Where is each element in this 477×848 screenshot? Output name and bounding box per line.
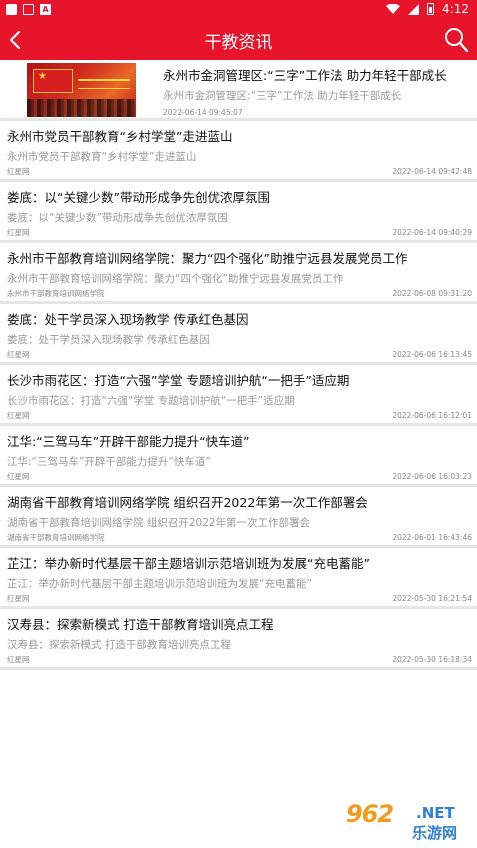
notification-square-icon — [6, 4, 17, 15]
party-flag-graphic — [33, 69, 73, 93]
news-summary: 娄底：处干学员深入现场教学 传承红色基因 — [7, 334, 210, 346]
search-icon[interactable] — [443, 26, 469, 54]
news-summary: 长沙市雨花区：打造“六强”学堂 专题培训护航“一把手”适应期 — [7, 395, 295, 407]
news-source: 永州市干部教育培训网络学院 — [7, 289, 105, 298]
news-title: 长沙市雨花区：打造“六强”学堂 专题培训护航“一把手”适应期 — [7, 373, 350, 388]
news-title: 湖南省干部教育培训网络学院 组织召开2022年第一次工作部署会 — [7, 495, 368, 510]
app-bar: 干教资讯 — [0, 20, 477, 60]
news-time: 2022-05-30 16:21:54 — [392, 594, 472, 603]
status-time: 4:12 — [442, 2, 469, 16]
news-time: 2022-06-01 16:43:46 — [392, 533, 472, 542]
news-title: 芷江：举办新时代基层干部主题培训示范培训班为发展“充电蓄能” — [7, 556, 370, 571]
news-time: 2022-06-14 09:40:29 — [392, 228, 472, 237]
news-summary: 永州市干部教育培训网络学院：聚力“四个强化”助推宁远县发展党员工作 — [7, 273, 344, 285]
news-item[interactable]: 长沙市雨花区：打造“六强”学堂 专题培训护航“一把手”适应期 长沙市雨花区：打造… — [0, 365, 477, 426]
news-item-featured[interactable]: 永州市金洞管理区:“三字”工作法 助力年轻干部成长 永州市金洞管理区:“三字”工… — [0, 60, 477, 121]
notification-a-icon: A — [40, 4, 51, 15]
news-source: 红星网 — [7, 472, 30, 481]
watermark-site-name: 乐游网 — [412, 824, 458, 842]
news-item[interactable]: 娄底：处干学员深入现场教学 传承红色基因 娄底：处干学员深入现场教学 传承红色基… — [0, 304, 477, 365]
news-summary: 永州市金洞管理区:“三字”工作法 助力年轻干部成长 — [163, 90, 402, 102]
news-summary: 湖南省干部教育培训网络学院 组织召开2022年第一次工作部署会 — [7, 517, 311, 529]
news-summary: 江华:“三驾马车”开辟干部能力提升“快车道” — [7, 456, 211, 468]
system-icons: 4:12 — [386, 2, 469, 16]
news-item[interactable]: 芷江：举办新时代基层干部主题培训示范培训班为发展“充电蓄能” 芷江：举办新时代基… — [0, 548, 477, 609]
wifi-icon — [386, 4, 401, 14]
news-source: 湖南省干部教育培训网络学院 — [7, 533, 105, 542]
news-source: 红星网 — [7, 167, 30, 176]
news-summary: 娄底：以“关键少数”带动形成争先创优浓厚氛围 — [7, 212, 228, 224]
news-source: 红星网 — [7, 594, 30, 603]
news-time: 2022-06-14 09:42:48 — [392, 167, 472, 176]
notification-square-outline-icon — [23, 4, 34, 15]
watermark-domain: .NET — [416, 804, 455, 822]
news-title: 永州市党员干部教育“乡村学堂”走进蓝山 — [7, 129, 233, 144]
news-title: 永州市干部教育培训网络学院：聚力“四个强化”助推宁远县发展党员工作 — [7, 251, 408, 266]
news-summary: 芷江：举办新时代基层干部主题培训示范培训班为发展“充电蓄能” — [7, 578, 312, 590]
news-summary: 汉寿县：探索新模式 打造干部教育培训亮点工程 — [7, 639, 231, 651]
news-item[interactable]: 汉寿县：探索新模式 打造干部教育培训亮点工程 汉寿县：探索新模式 打造干部教育培… — [0, 609, 477, 670]
banner-graphic — [78, 79, 130, 89]
news-title: 汉寿县：探索新模式 打造干部教育培训亮点工程 — [7, 617, 274, 632]
battery-icon — [427, 3, 435, 15]
news-title: 娄底：处干学员深入现场教学 传承红色基因 — [7, 312, 249, 327]
news-source: 红星网 — [7, 228, 30, 237]
news-source: 红星网 — [7, 411, 30, 420]
news-item[interactable]: 娄底：以“关键少数”带动形成争先创优浓厚氛围 娄底：以“关键少数”带动形成争先创… — [0, 182, 477, 243]
news-time: 2022-06-06 16:03:23 — [392, 472, 472, 481]
notification-icons: A — [6, 4, 51, 15]
news-item[interactable]: 江华:“三驾马车”开辟干部能力提升“快车道” 江华:“三驾马车”开辟干部能力提升… — [0, 426, 477, 487]
news-title: 江华:“三驾马车”开辟干部能力提升“快车道” — [7, 434, 250, 449]
news-time: 2022-06-06 16:12:01 — [392, 411, 472, 420]
cellular-signal-icon — [408, 3, 420, 15]
news-time: 2022-06-06 16:13:45 — [392, 350, 472, 359]
news-time: 2022-05-30 16:18:34 — [392, 655, 472, 664]
page-title: 干教资讯 — [204, 33, 273, 53]
news-list: 永州市金洞管理区:“三字”工作法 助力年轻干部成长 永州市金洞管理区:“三字”工… — [0, 60, 477, 670]
news-source: 红星网 — [7, 655, 30, 664]
news-title: 永州市金洞管理区:“三字”工作法 助力年轻干部成长 — [163, 68, 447, 83]
news-summary: 永州市党员干部教育“乡村学堂”走进蓝山 — [7, 151, 197, 163]
news-item[interactable]: 湖南省干部教育培训网络学院 组织召开2022年第一次工作部署会 湖南省干部教育培… — [0, 487, 477, 548]
status-bar: A 4:12 — [0, 0, 477, 20]
site-watermark: 962 .NET 乐游网 — [338, 800, 473, 844]
watermark-number: 962 — [346, 800, 394, 828]
news-time: 2022-06-08 09:31:20 — [392, 289, 472, 298]
news-thumbnail-image — [27, 63, 136, 117]
crowd-graphic — [27, 99, 136, 117]
news-title: 娄底：以“关键少数”带动形成争先创优浓厚氛围 — [7, 190, 270, 205]
news-item[interactable]: 永州市党员干部教育“乡村学堂”走进蓝山 永州市党员干部教育“乡村学堂”走进蓝山 … — [0, 121, 477, 182]
news-time: 2022-06-14 09:45:07 — [163, 108, 243, 117]
news-item[interactable]: 永州市干部教育培训网络学院：聚力“四个强化”助推宁远县发展党员工作 永州市干部教… — [0, 243, 477, 304]
news-source: 红星网 — [7, 350, 30, 359]
